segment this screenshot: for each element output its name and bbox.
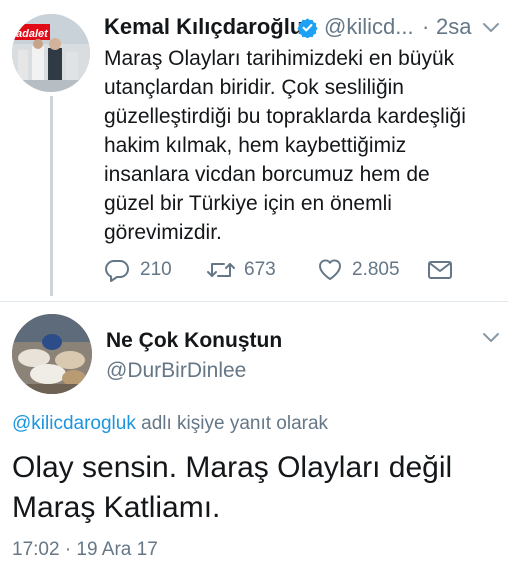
thread-line [50, 96, 53, 296]
reply-text-line: Maraş Katliamı. [12, 491, 221, 524]
reply-icon [105, 260, 129, 282]
reply-timestamp[interactable]: 17:02 · 19 Ara 17 [12, 536, 158, 564]
author-handle[interactable]: @kilicd... [324, 10, 414, 44]
tweet-text-line: insanlara vicdan borcumuz hem de [104, 163, 430, 186]
retweet-count: 673 [244, 259, 276, 280]
tweet-text-line: hakim kılmak, hem kaybettiğimiz [104, 134, 407, 157]
tweet-text-line: görevimizdir. [104, 221, 222, 244]
tweet-header: Kemal Kılıçdaroğlu @kilicd... · 2sa [104, 10, 498, 46]
retweet-icon [207, 263, 235, 277]
avatar-photo: adalet [12, 14, 90, 92]
replying-to: @kilicdarogluk adlı kişiye yanıt olarak [12, 410, 328, 438]
tweet-text: Maraş Olayları tarihimizdeki en büyük ut… [104, 44, 498, 247]
chevron-down-icon[interactable] [482, 22, 500, 34]
tweet-text-line: güzel bir Türkiye için en önemli [104, 192, 392, 215]
tweet-divider [0, 301, 508, 302]
author-avatar[interactable]: adalet [12, 14, 90, 92]
reply-author-name[interactable]: Ne Çok Konuştun [106, 326, 282, 356]
tweet-text-line: utançlardan biridir. Çok sesliliğin [104, 76, 404, 99]
reply-author-avatar[interactable] [12, 314, 92, 394]
tweet-text-line: güzelleştirdiği bu topraklarda kardeşliğ… [104, 105, 466, 128]
replying-to-mention-link[interactable]: @kilicdarogluk [12, 413, 136, 434]
reply-text-line: Olay sensin. Maraş Olayları değil [12, 451, 453, 484]
like-count: 2.805 [352, 259, 400, 280]
tweet-timestamp[interactable]: 2sa [436, 10, 471, 44]
heart-icon [318, 259, 342, 280]
reply-author-handle[interactable]: @DurBirDinlee [106, 356, 246, 386]
reply-text: Olay sensin. Maraş Olayları değil Maraş … [12, 448, 502, 528]
replying-to-label: adlı kişiye yanıt olarak [135, 413, 329, 434]
tweet-actions: 210 673 2.805 [104, 256, 498, 284]
author-name[interactable]: Kemal Kılıçdaroğlu [104, 10, 303, 44]
reply-count: 210 [140, 259, 172, 280]
chevron-down-icon[interactable] [482, 332, 500, 344]
envelope-icon [428, 261, 452, 279]
avatar-photo [12, 314, 92, 394]
tweet-text-line: Maraş Olayları tarihimizdeki en büyük [104, 47, 455, 70]
verified-badge-icon [297, 18, 318, 38]
original-tweet[interactable]: adalet Kemal Kılıçdaroğlu @kilicd... · 2… [0, 0, 508, 300]
separator-dot: · [422, 14, 430, 39]
avatar-logo-text: adalet [16, 28, 49, 40]
